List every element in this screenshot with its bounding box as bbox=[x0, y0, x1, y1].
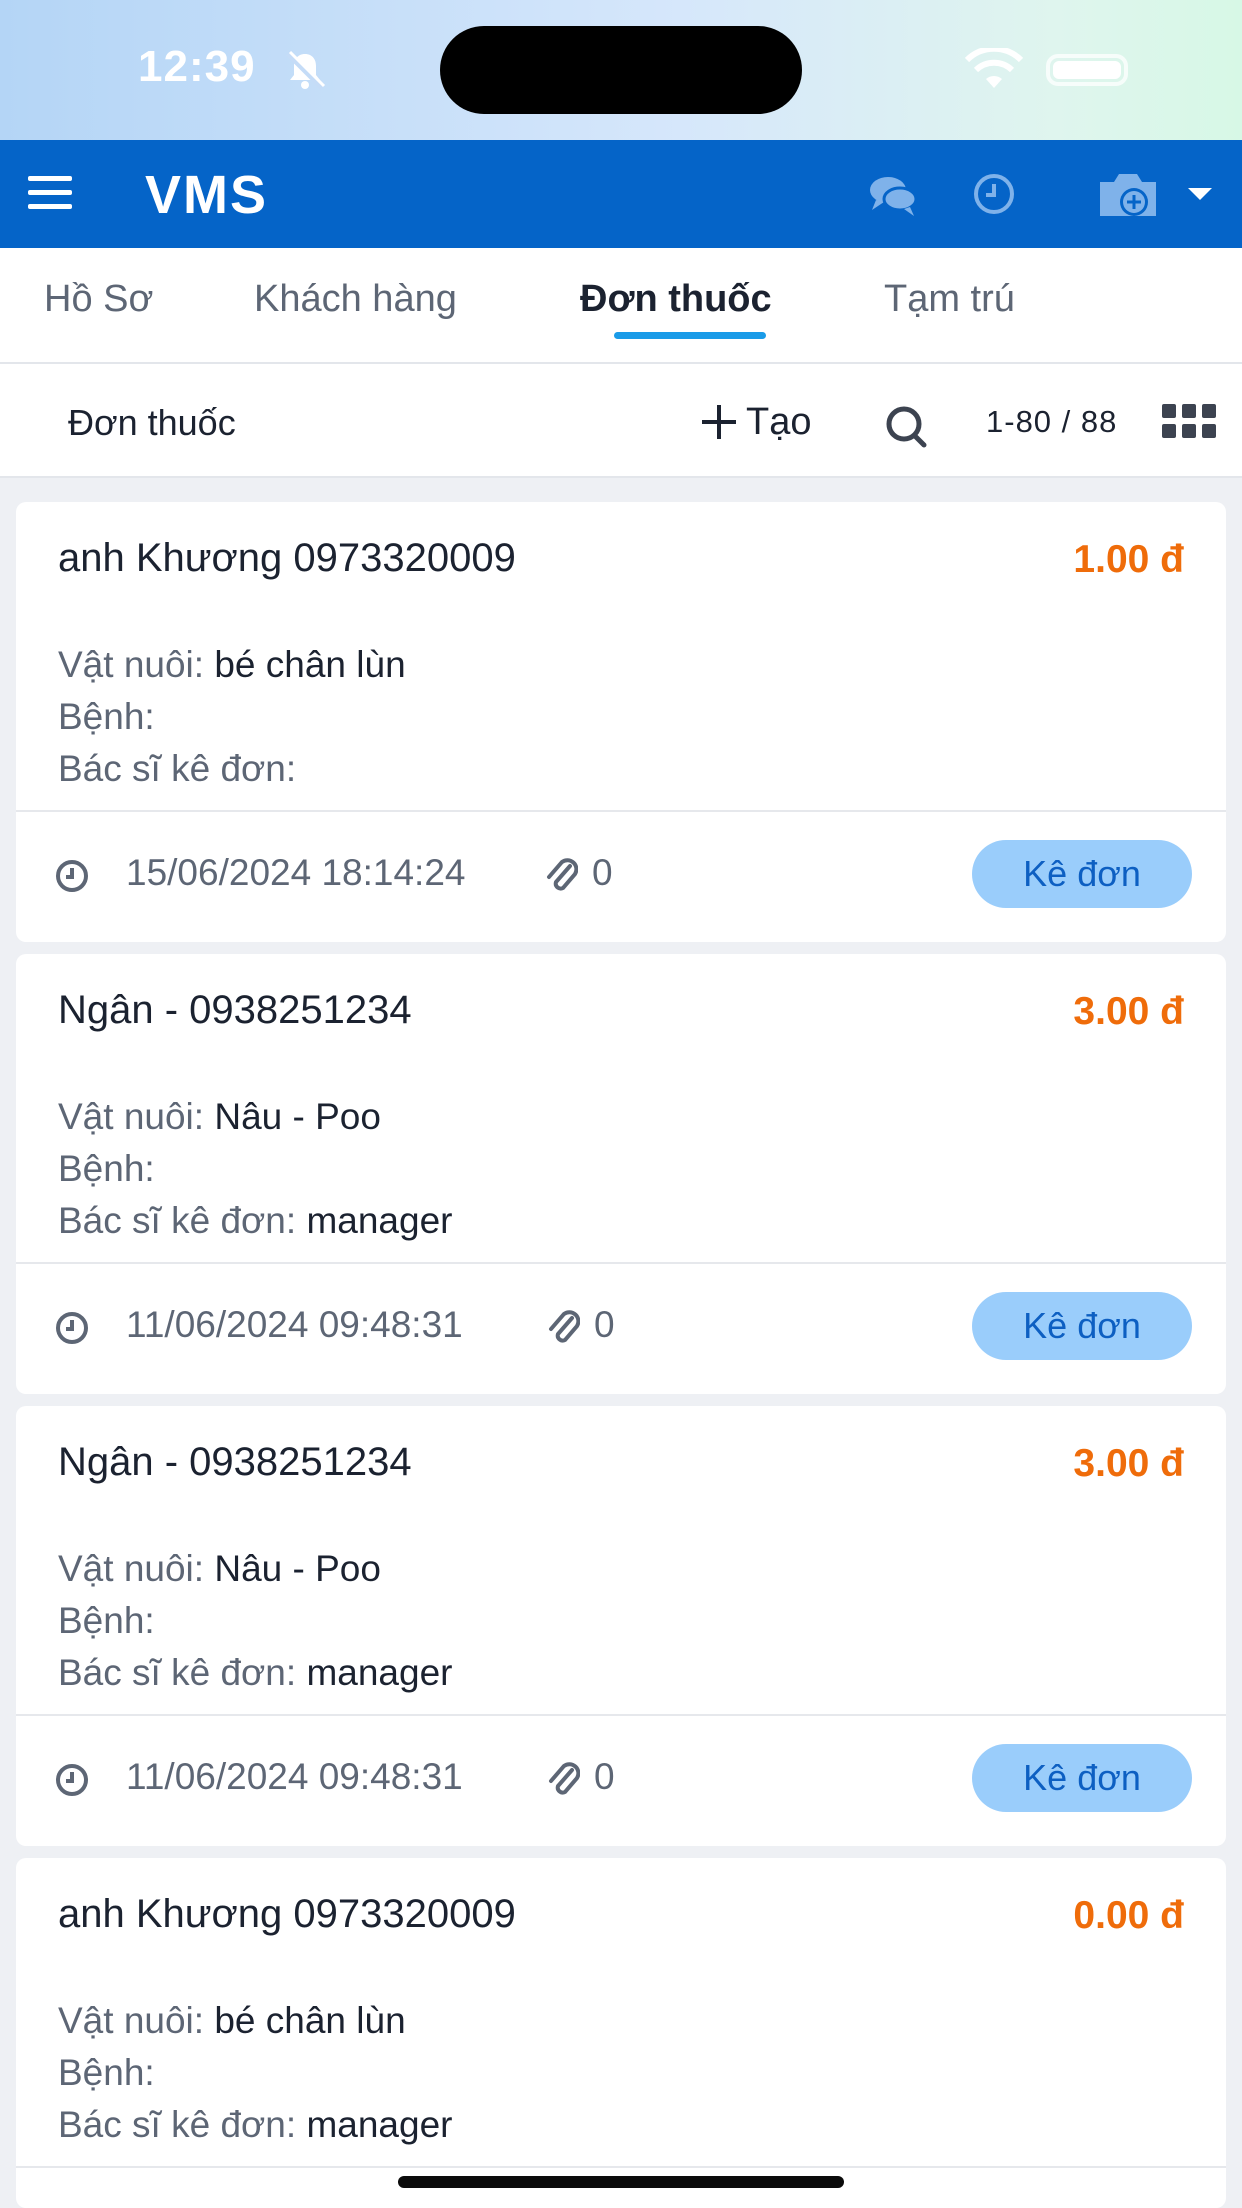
card-divider bbox=[16, 1262, 1226, 1264]
attachment-count: 0 bbox=[594, 1756, 615, 1797]
pet-row: Vật nuôi: bé chân lùn bbox=[58, 2000, 406, 2042]
tab-boarding[interactable]: Tạm trú bbox=[884, 278, 1015, 321]
disease-row: Bệnh: bbox=[58, 2052, 155, 2094]
home-indicator bbox=[398, 2176, 844, 2188]
prescribe-button[interactable]: Kê đơn bbox=[972, 1292, 1192, 1360]
doctor-value: manager bbox=[306, 1200, 453, 1241]
page-title: Đơn thuốc bbox=[68, 402, 236, 443]
pet-label: Vật nuôi: bbox=[58, 1096, 205, 1137]
pet-label: Vật nuôi: bbox=[58, 2000, 205, 2041]
pet-row: Vật nuôi: Nâu - Poo bbox=[58, 1548, 381, 1590]
pet-row: Vật nuôi: bé chân lùn bbox=[58, 644, 406, 686]
pet-value: bé chân lùn bbox=[214, 2000, 406, 2041]
attachment-count: 0 bbox=[594, 1304, 615, 1345]
status-bar: 12:39 bbox=[0, 0, 1242, 140]
clock-icon bbox=[56, 1312, 88, 1344]
grid-view-icon[interactable] bbox=[1162, 404, 1218, 438]
prescription-card[interactable]: anh Khương 0973320009 1.00 đ Vật nuôi: b… bbox=[16, 502, 1226, 942]
pet-row: Vật nuôi: Nâu - Poo bbox=[58, 1096, 381, 1138]
card-divider bbox=[16, 1714, 1226, 1716]
customer-name: anh Khương 0973320009 bbox=[58, 536, 516, 580]
tab-customers[interactable]: Khách hàng bbox=[254, 278, 457, 321]
disease-label: Bệnh: bbox=[58, 2052, 155, 2093]
price: 1.00 đ bbox=[1073, 538, 1184, 581]
doctor-row: Bác sĩ kê đơn: manager bbox=[58, 1200, 452, 1242]
tab-prescriptions[interactable]: Đơn thuốc bbox=[580, 278, 772, 321]
disease-row: Bệnh: bbox=[58, 1148, 155, 1190]
paperclip-icon bbox=[549, 1310, 580, 1343]
pet-value: Nâu - Poo bbox=[214, 1548, 381, 1589]
pet-value: Nâu - Poo bbox=[214, 1096, 381, 1137]
create-label: Tạo bbox=[746, 400, 812, 443]
disease-row: Bệnh: bbox=[58, 1600, 155, 1642]
doctor-label: Bác sĩ kê đơn: bbox=[58, 1652, 297, 1693]
plus-icon bbox=[700, 403, 738, 441]
tab-records[interactable]: Hồ Sơ bbox=[44, 278, 153, 321]
card-divider bbox=[16, 810, 1226, 812]
card-divider bbox=[16, 2166, 1226, 2168]
prescribe-button[interactable]: Kê đơn bbox=[972, 840, 1192, 908]
paperclip-icon bbox=[549, 1762, 580, 1795]
attachment-count: 0 bbox=[592, 852, 613, 893]
prescription-card[interactable]: anh Khương 0973320009 0.00 đ Vật nuôi: b… bbox=[16, 1858, 1226, 2208]
customer-name: Ngân - 0938251234 bbox=[58, 1440, 412, 1484]
caret-down-icon[interactable] bbox=[1188, 188, 1212, 200]
chat-icon[interactable] bbox=[868, 172, 918, 218]
wifi-icon bbox=[964, 48, 1024, 88]
status-time: 12:39 bbox=[138, 42, 256, 91]
tab-bar: Hồ Sơ Khách hàng Đơn thuốc Tạm trú bbox=[0, 248, 1242, 364]
prescription-card[interactable]: Ngân - 0938251234 3.00 đ Vật nuôi: Nâu -… bbox=[16, 1406, 1226, 1846]
doctor-row: Bác sĩ kê đơn: manager bbox=[58, 1652, 452, 1694]
menu-icon[interactable] bbox=[28, 176, 72, 212]
prescribe-button[interactable]: Kê đơn bbox=[972, 1744, 1192, 1812]
doctor-value: manager bbox=[306, 1652, 453, 1693]
disease-row: Bệnh: bbox=[58, 696, 155, 738]
dynamic-island bbox=[440, 26, 802, 114]
doctor-label: Bác sĩ kê đơn: bbox=[58, 1200, 297, 1241]
pet-label: Vật nuôi: bbox=[58, 644, 205, 685]
disease-label: Bệnh: bbox=[58, 1148, 155, 1189]
paperclip-icon bbox=[547, 858, 578, 891]
doctor-row: Bác sĩ kê đơn: bbox=[58, 748, 296, 790]
app-title: VMS bbox=[145, 165, 269, 225]
app-header: VMS bbox=[0, 140, 1242, 248]
created-datetime: 11/06/2024 09:48:31 bbox=[126, 1304, 463, 1345]
pet-label: Vật nuôi: bbox=[58, 1548, 205, 1589]
pet-value: bé chân lùn bbox=[214, 644, 406, 685]
disease-label: Bệnh: bbox=[58, 1600, 155, 1641]
pager-range: 1-80 / 88 bbox=[986, 404, 1118, 439]
price: 3.00 đ bbox=[1073, 990, 1184, 1033]
customer-name: anh Khương 0973320009 bbox=[58, 1892, 516, 1936]
bell-muted-icon bbox=[286, 50, 326, 90]
battery-icon bbox=[1046, 54, 1128, 86]
search-icon[interactable] bbox=[884, 404, 930, 450]
tab-active-indicator bbox=[614, 332, 766, 339]
created-datetime: 15/06/2024 18:14:24 bbox=[126, 852, 466, 893]
doctor-label: Bác sĩ kê đơn: bbox=[58, 748, 297, 789]
doctor-value: manager bbox=[306, 2104, 453, 2145]
price: 3.00 đ bbox=[1073, 1442, 1184, 1485]
create-button[interactable]: Tạo bbox=[700, 394, 811, 450]
customer-name: Ngân - 0938251234 bbox=[58, 988, 412, 1032]
doctor-row: Bác sĩ kê đơn: manager bbox=[58, 2104, 452, 2146]
toolbar: Đơn thuốc Tạo 1-80 / 88 bbox=[0, 364, 1242, 478]
camera-add-icon[interactable] bbox=[1096, 168, 1160, 220]
disease-label: Bệnh: bbox=[58, 696, 155, 737]
prescription-card[interactable]: Ngân - 0938251234 3.00 đ Vật nuôi: Nâu -… bbox=[16, 954, 1226, 1394]
history-clock-icon[interactable] bbox=[972, 172, 1016, 216]
clock-icon bbox=[56, 860, 88, 892]
price: 0.00 đ bbox=[1073, 1894, 1184, 1937]
created-datetime: 11/06/2024 09:48:31 bbox=[126, 1756, 463, 1797]
clock-icon bbox=[56, 1764, 88, 1796]
doctor-label: Bác sĩ kê đơn: bbox=[58, 2104, 297, 2145]
